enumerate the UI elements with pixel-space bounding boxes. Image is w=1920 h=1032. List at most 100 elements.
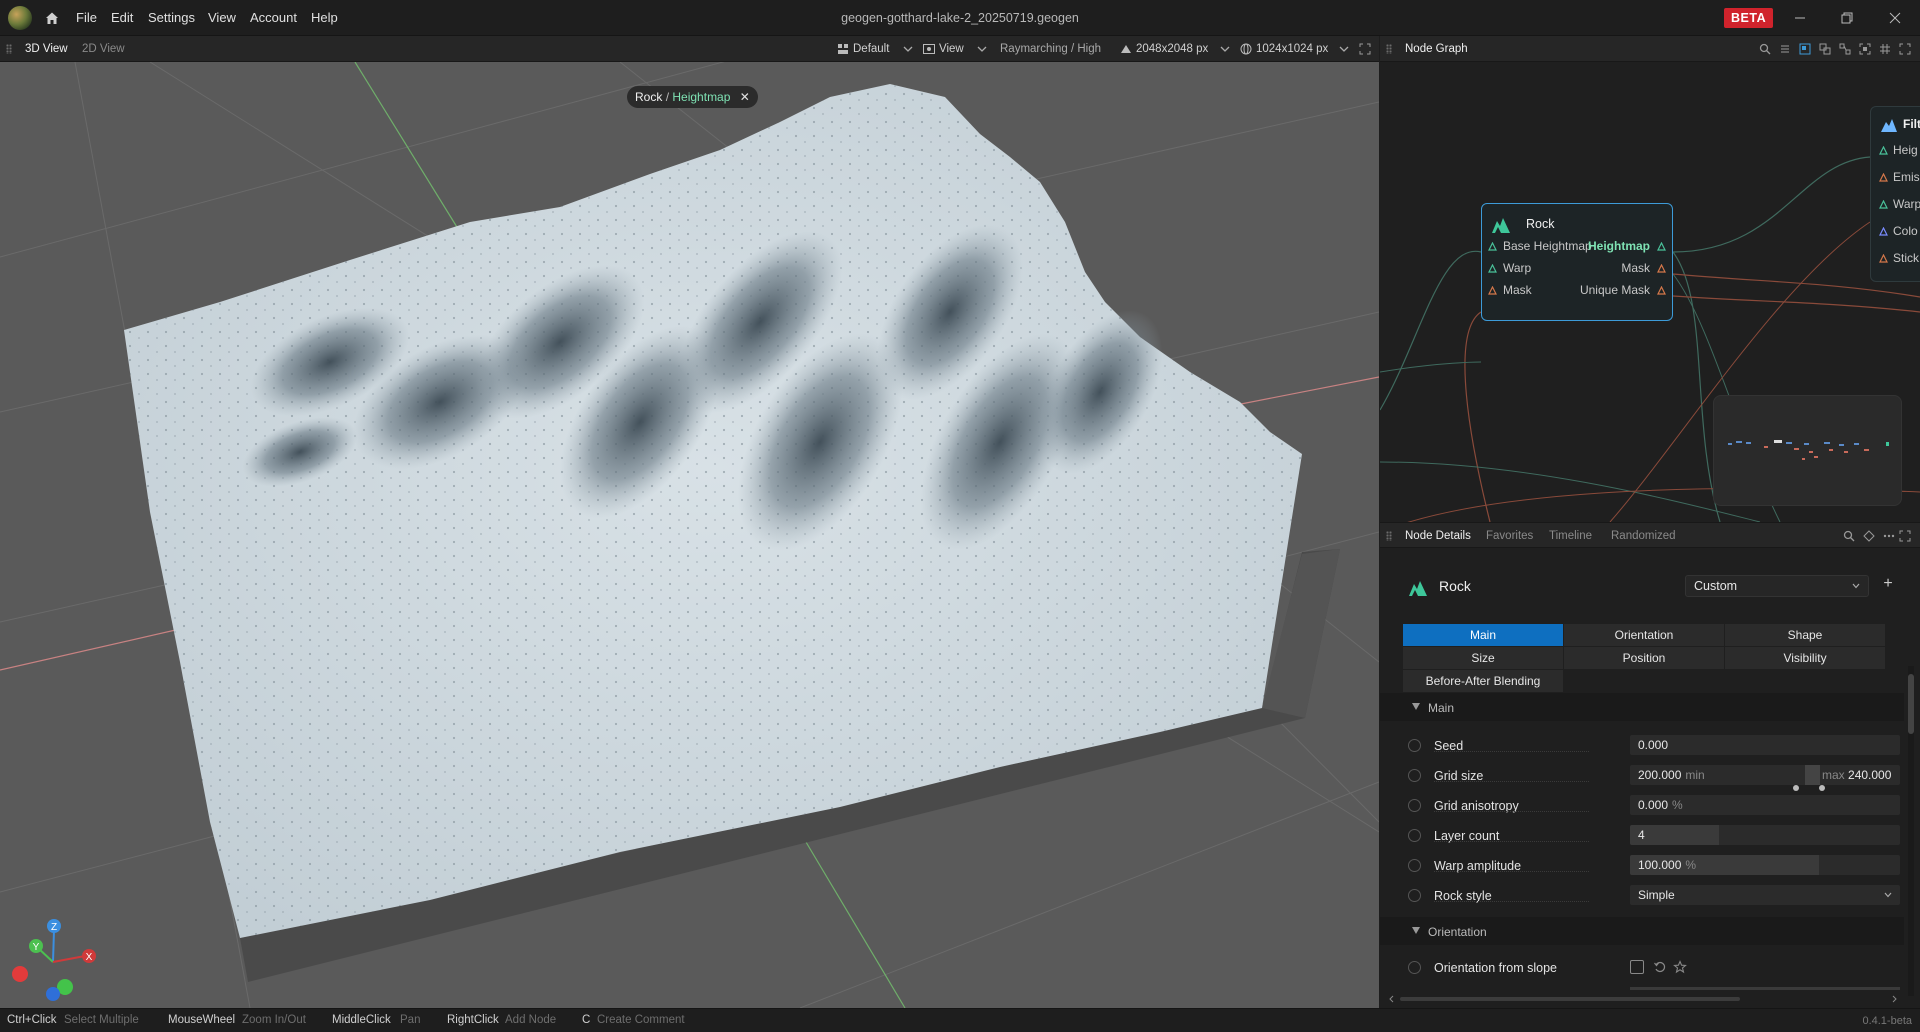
axis-gizmo[interactable]: Z Y X: [8, 912, 108, 1002]
menu-help[interactable]: Help: [311, 10, 338, 25]
warp-amplitude-value: 100.000%: [1638, 858, 1697, 872]
tab-2d-view[interactable]: 2D View: [82, 43, 125, 55]
layer-count-slider[interactable]: 4: [1630, 825, 1900, 845]
close-icon[interactable]: [1885, 8, 1905, 28]
input-port-icon[interactable]: [1488, 264, 1497, 273]
fullscreen-icon[interactable]: [1898, 529, 1912, 543]
param-favorite-toggle[interactable]: [1408, 829, 1421, 842]
fullscreen-icon[interactable]: [1358, 42, 1372, 56]
grid-icon[interactable]: [1878, 42, 1892, 56]
input-port-icon[interactable]: [1879, 146, 1888, 155]
rock-style-select[interactable]: Simple: [1630, 885, 1900, 905]
range-thumb[interactable]: [1805, 765, 1820, 785]
chip-close-icon[interactable]: ✕: [740, 90, 750, 104]
param-favorite-toggle[interactable]: [1408, 889, 1421, 902]
chevron-down-icon[interactable]: [1218, 42, 1232, 56]
layout-icon: [838, 44, 848, 54]
segment-orientation[interactable]: Orientation: [1564, 624, 1724, 646]
diamond-icon[interactable]: [1862, 529, 1876, 543]
tab-timeline[interactable]: Timeline: [1549, 530, 1592, 542]
seed-input[interactable]: 0.000: [1630, 735, 1900, 755]
chevron-down-icon[interactable]: [975, 42, 989, 56]
range-handles-icon[interactable]: [1792, 784, 1828, 792]
home-icon[interactable]: [44, 10, 60, 26]
details-horizontal-scrollbar[interactable]: [1388, 995, 1898, 1003]
chevron-right-icon[interactable]: [1890, 995, 1898, 1003]
chevron-down-icon[interactable]: [1337, 42, 1351, 56]
hint-description: Pan: [400, 1014, 421, 1026]
add-preset-button[interactable]: +: [1880, 575, 1896, 593]
input-port-icon[interactable]: [1879, 200, 1888, 209]
output-port-icon[interactable]: [1657, 286, 1666, 295]
tab-favorites[interactable]: Favorites: [1486, 530, 1533, 542]
segment-size[interactable]: Size: [1403, 647, 1563, 669]
segment-before-after-blending[interactable]: Before-After Blending: [1403, 670, 1563, 692]
menu-view[interactable]: View: [208, 10, 236, 25]
list-icon[interactable]: [1778, 42, 1792, 56]
input-port-icon[interactable]: [1879, 227, 1888, 236]
output-port-icon[interactable]: [1657, 264, 1666, 273]
orientation-from-slope-checkbox[interactable]: [1630, 960, 1644, 974]
restore-icon[interactable]: [1837, 8, 1857, 28]
preset-select[interactable]: Custom: [1685, 575, 1869, 597]
section-main-header[interactable]: Main: [1380, 693, 1904, 721]
fit-view-icon[interactable]: [1858, 42, 1872, 56]
segment-visibility[interactable]: Visibility: [1725, 647, 1885, 669]
param-grid-size: Grid size 200.000 min max 240.000: [1380, 764, 1904, 791]
3d-viewport[interactable]: Rock / Heightmap ✕ Z Y X: [0, 62, 1379, 1008]
search-icon[interactable]: [1758, 42, 1772, 56]
menu-settings[interactable]: Settings: [148, 10, 195, 25]
node-filter-partial[interactable]: Filt Heig Emis Warp Colo Stick: [1870, 106, 1920, 282]
chevron-left-icon[interactable]: [1388, 995, 1396, 1003]
menu-edit[interactable]: Edit: [111, 10, 133, 25]
fullscreen-icon[interactable]: [1898, 42, 1912, 56]
chevron-down-icon: [1884, 892, 1892, 898]
tab-3d-view[interactable]: 3D View: [25, 43, 68, 55]
view-menu[interactable]: View: [939, 43, 964, 55]
param-favorite-toggle[interactable]: [1408, 961, 1421, 974]
panel-grip-icon[interactable]: [6, 44, 12, 54]
minimize-icon[interactable]: [1790, 8, 1810, 28]
segment-shape[interactable]: Shape: [1725, 624, 1885, 646]
chevron-down-icon[interactable]: [901, 42, 915, 56]
frame-icon[interactable]: [1798, 42, 1812, 56]
menu-account[interactable]: Account: [250, 10, 297, 25]
star-icon[interactable]: [1673, 960, 1687, 974]
input-port-icon[interactable]: [1488, 286, 1497, 295]
input-port-icon[interactable]: [1879, 254, 1888, 263]
segment-main[interactable]: Main: [1403, 624, 1563, 646]
more-icon[interactable]: [1882, 529, 1896, 543]
param-favorite-toggle[interactable]: [1408, 769, 1421, 782]
section-orientation-header[interactable]: Orientation: [1380, 917, 1904, 945]
tab-node-details[interactable]: Node Details: [1405, 530, 1471, 542]
input-port-icon[interactable]: [1488, 242, 1497, 251]
layout-nodes-icon[interactable]: [1838, 42, 1852, 56]
param-warp-amplitude: Warp amplitude 100.000%: [1380, 854, 1904, 878]
param-favorite-toggle[interactable]: [1408, 739, 1421, 752]
input-port-icon[interactable]: [1879, 173, 1888, 182]
details-scrollbar[interactable]: [1908, 666, 1914, 996]
active-output-chip[interactable]: Rock / Heightmap ✕: [627, 86, 758, 108]
tab-randomized[interactable]: Randomized: [1611, 530, 1676, 542]
graph-minimap[interactable]: [1713, 395, 1902, 506]
param-favorite-toggle[interactable]: [1408, 859, 1421, 872]
menu-file[interactable]: File: [76, 10, 97, 25]
resolution-select[interactable]: 2048x2048 px: [1136, 43, 1208, 55]
layout-preset-select[interactable]: Default: [853, 43, 889, 55]
reset-icon[interactable]: [1653, 960, 1667, 974]
grid-anisotropy-input[interactable]: 0.000%: [1630, 795, 1900, 815]
seed-value: 0.000: [1638, 738, 1669, 752]
group-icon[interactable]: [1818, 42, 1832, 56]
node-rock[interactable]: Rock Base Heightmap Warp Mask Heightmap …: [1481, 203, 1673, 321]
warp-amplitude-slider[interactable]: 100.000%: [1630, 855, 1900, 875]
output-port-icon[interactable]: [1657, 242, 1666, 251]
grid-size-range-input[interactable]: 200.000 min max 240.000: [1630, 765, 1900, 785]
search-icon[interactable]: [1842, 529, 1856, 543]
panel-grip-icon[interactable]: [1386, 531, 1392, 541]
preview-resolution-select[interactable]: 1024x1024 px: [1256, 43, 1328, 55]
segment-position[interactable]: Position: [1564, 647, 1724, 669]
panel-grip-icon[interactable]: [1386, 44, 1392, 54]
param-favorite-toggle[interactable]: [1408, 799, 1421, 812]
render-mode-label[interactable]: Raymarching / High: [1000, 43, 1101, 55]
filter-node-icon: [1881, 119, 1897, 132]
